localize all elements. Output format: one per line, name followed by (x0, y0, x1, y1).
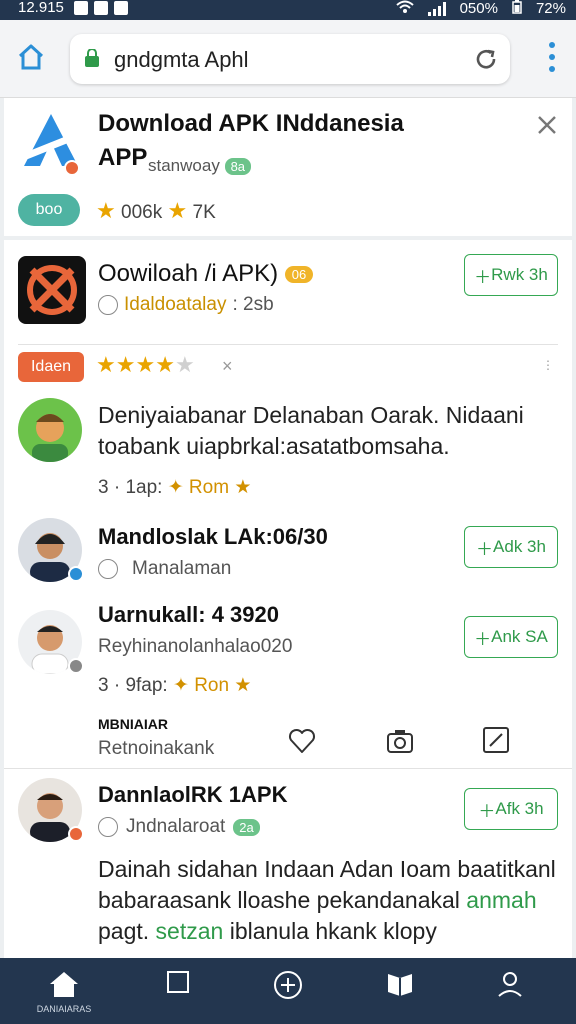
review-time: 3 · 9fap: (98, 675, 168, 696)
review-sub: Reyhinanolanhalao020 (98, 636, 293, 657)
featured-action-button[interactable]: boo (18, 194, 80, 226)
status-dot (68, 658, 84, 674)
notification-icon (74, 1, 88, 15)
star-icon: ★ (96, 198, 116, 223)
plus-icon: ＋ (474, 629, 492, 649)
add-circle-icon (274, 971, 302, 999)
url-bar[interactable]: gndgmta Aphl (70, 34, 510, 84)
signal-icon (427, 2, 446, 16)
bottom-navigation: DANIAIARAS (0, 958, 576, 1024)
profile-icon (498, 972, 522, 997)
overflow-menu-icon[interactable] (548, 42, 556, 72)
app-badge: 06 (284, 266, 314, 284)
trophy-icon: ✦ (167, 477, 184, 498)
review-name: Mandloslak LAk:06/30 (98, 524, 328, 549)
library-icon (388, 974, 412, 996)
plus-icon: ＋ (476, 539, 494, 559)
lock-icon (84, 48, 100, 67)
star-icon: ★ (135, 352, 156, 377)
review-text: Dainah sidahan Indaan Adan Ioam baatitka… (98, 856, 556, 944)
close-icon[interactable] (536, 114, 558, 136)
star-rating: ★★★★★ (96, 352, 195, 378)
app-logo (18, 110, 84, 176)
content-area: Download APK INddanesia APP stanwoay 8a … (0, 98, 576, 958)
featured-app-title: Download APK INddanesia (98, 110, 404, 137)
get-app-button[interactable]: ＋ Rwk 3h (464, 254, 558, 296)
star-icon: ★ (234, 675, 252, 696)
review-tag: 2a (233, 818, 260, 836)
status-dot (68, 826, 84, 842)
featured-app-subtitle: stanwoay (148, 156, 220, 175)
nav-library[interactable] (370, 970, 430, 1020)
star-icon: ★ (155, 352, 175, 377)
info-icon (98, 817, 118, 837)
nav-home[interactable]: DANIAIARAS (34, 970, 94, 1020)
camera-icon[interactable] (386, 728, 414, 754)
get-app-button[interactable]: ＋ Adk 3h (464, 526, 558, 568)
notification-icon (114, 1, 128, 15)
status-time: 12.915 (18, 0, 64, 16)
edit-icon[interactable] (482, 726, 510, 754)
star-icon: ★ (96, 352, 116, 377)
share-icon[interactable]: ⋮ (542, 358, 554, 372)
review-name: Uarnukall: 4 3920 (98, 602, 279, 627)
browser-toolbar: gndgmta Aphl (0, 20, 576, 98)
url-text: gndgmta Aphl (114, 47, 249, 72)
get-app-button[interactable]: ＋ Afk 3h (464, 788, 558, 830)
nav-profile[interactable] (480, 970, 540, 1020)
like-icon[interactable] (288, 728, 316, 754)
trophy-icon: ✦ (173, 675, 189, 696)
star-icon: ★ (115, 352, 136, 377)
home-icon[interactable] (14, 40, 48, 74)
reload-icon[interactable] (472, 45, 500, 73)
wifi-icon (395, 0, 414, 18)
notification-icons (74, 1, 128, 15)
star-icon: ★ (174, 352, 195, 377)
app-developer: Idaldoatalay (124, 294, 227, 315)
app-size: : 2sb (232, 294, 274, 315)
info-icon (98, 559, 118, 579)
action-row-sub: Retnoinakank (98, 738, 215, 759)
rating-close-label[interactable]: × (222, 356, 233, 377)
app-title: Oowiloah /i APK) (98, 260, 279, 287)
review-sub: Jndnalaroat (126, 816, 226, 837)
review-tag: Rom (188, 477, 230, 498)
avatar[interactable] (18, 398, 82, 462)
verified-icon (68, 566, 84, 582)
get-app-button[interactable]: ＋ Ank SA (464, 616, 558, 658)
tabs-icon (167, 971, 189, 993)
review-sub: Manalaman (132, 558, 232, 579)
battery-text: 050% (459, 0, 498, 17)
plus-icon: ＋ (478, 801, 496, 821)
review-tag: Ron (194, 675, 230, 696)
info-icon (98, 295, 118, 315)
star-icon: ★ (234, 477, 252, 498)
featured-app-title-line2: APP (98, 144, 148, 171)
featured-app-card[interactable]: Download APK INddanesia APP stanwoay 8a … (4, 98, 572, 236)
plus-icon: ＋ (474, 267, 492, 287)
rating-tag[interactable]: Idaen (18, 352, 84, 382)
app-list-card: Oowiloah /i APK) 06 Idaldoatalay : 2sb ＋… (4, 240, 572, 958)
nav-tabs[interactable] (148, 970, 208, 1020)
app-icon (18, 256, 86, 324)
notification-icon (94, 1, 108, 15)
divider (18, 344, 558, 345)
review-name: DannlaolRK 1APK (98, 782, 288, 807)
home-icon (50, 972, 78, 997)
divider (4, 768, 572, 769)
review-time: 3 · 1ap: (98, 477, 163, 498)
nav-home-label: DANIAIARAS (36, 1004, 92, 1014)
nav-add[interactable] (258, 970, 318, 1020)
featured-rating: ★ 006k ★ 7K (96, 198, 216, 223)
battery-icon (512, 0, 522, 18)
battery-percent: 72% (535, 0, 566, 17)
review-text: Deniyaiabanar Delanaban Oarak. Nidaani t… (98, 402, 524, 459)
action-row-title: MBNIAIAR (98, 716, 168, 732)
status-bar: 12.915 050% 72% (0, 0, 576, 20)
featured-app-tag: 8a (224, 158, 252, 176)
star-icon: ★ (167, 198, 188, 223)
